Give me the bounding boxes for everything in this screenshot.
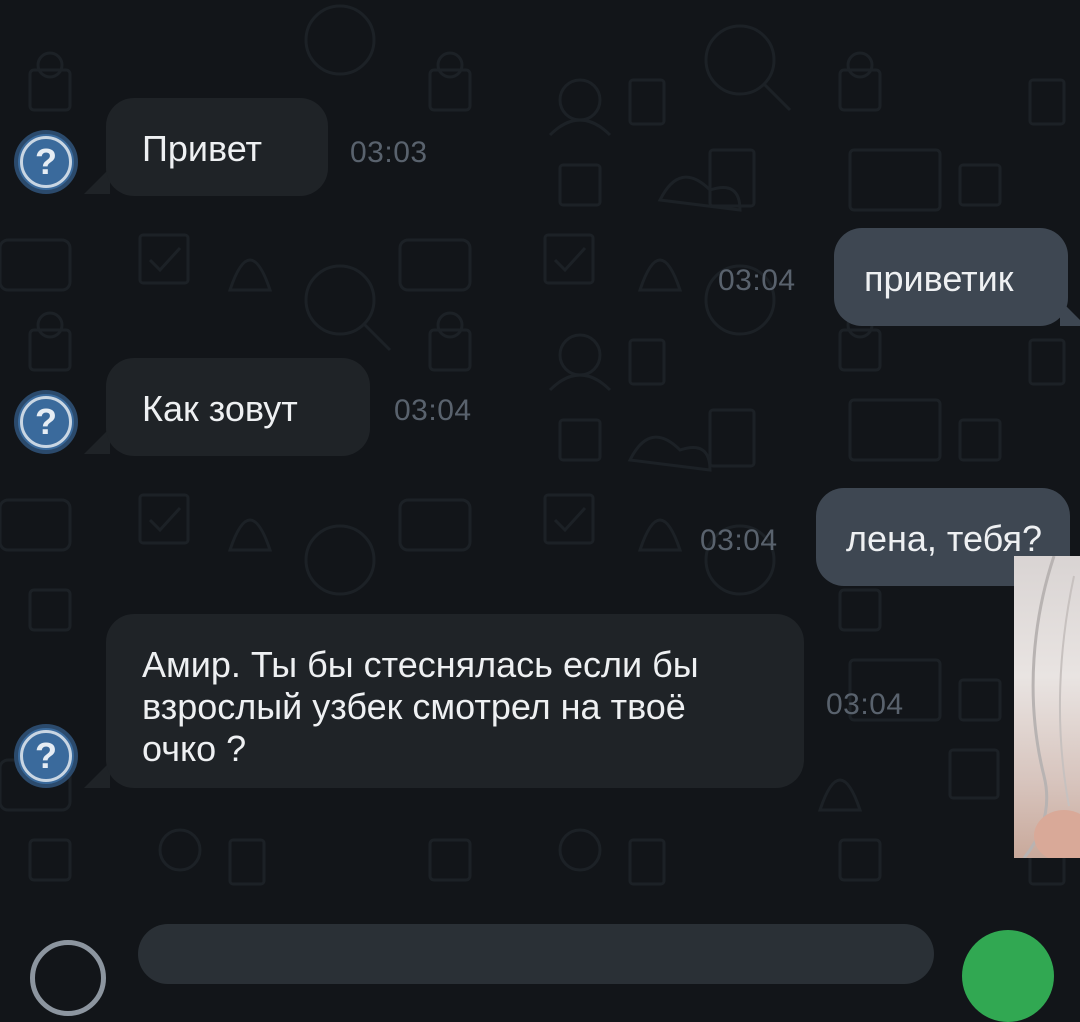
attach-icon[interactable] bbox=[30, 940, 106, 1016]
message-bubble[interactable]: Привет bbox=[106, 98, 328, 196]
message-time: 03:04 bbox=[718, 264, 796, 297]
message-time: 03:04 bbox=[700, 524, 778, 557]
send-button[interactable] bbox=[962, 930, 1054, 1022]
question-mark-icon: ? bbox=[20, 730, 72, 782]
photo-thumbnail[interactable] bbox=[1014, 556, 1080, 858]
message-time: 03:03 bbox=[350, 136, 428, 169]
message-input[interactable] bbox=[138, 924, 934, 984]
photo-content bbox=[1022, 556, 1080, 858]
message-bubble[interactable]: Амир. Ты бы стеснялась если бы взрослый … bbox=[106, 614, 804, 788]
message-text: лена, тебя? bbox=[846, 518, 1042, 559]
avatar[interactable]: ? bbox=[14, 130, 78, 194]
message-time: 03:04 bbox=[826, 688, 904, 721]
message-text: приветик bbox=[864, 258, 1014, 299]
question-mark-icon: ? bbox=[20, 136, 72, 188]
question-mark-icon: ? bbox=[20, 396, 72, 448]
message-text: Амир. Ты бы стеснялась если бы взрослый … bbox=[142, 644, 699, 769]
message-text: Как зовут bbox=[142, 388, 298, 429]
bubble-tail bbox=[1060, 300, 1080, 326]
message-bubble[interactable]: Как зовут bbox=[106, 358, 370, 456]
message-time: 03:04 bbox=[394, 394, 472, 427]
avatar[interactable]: ? bbox=[14, 390, 78, 454]
message-text: Привет bbox=[142, 128, 263, 169]
avatar[interactable]: ? bbox=[14, 724, 78, 788]
message-bubble[interactable]: приветик bbox=[834, 228, 1068, 326]
